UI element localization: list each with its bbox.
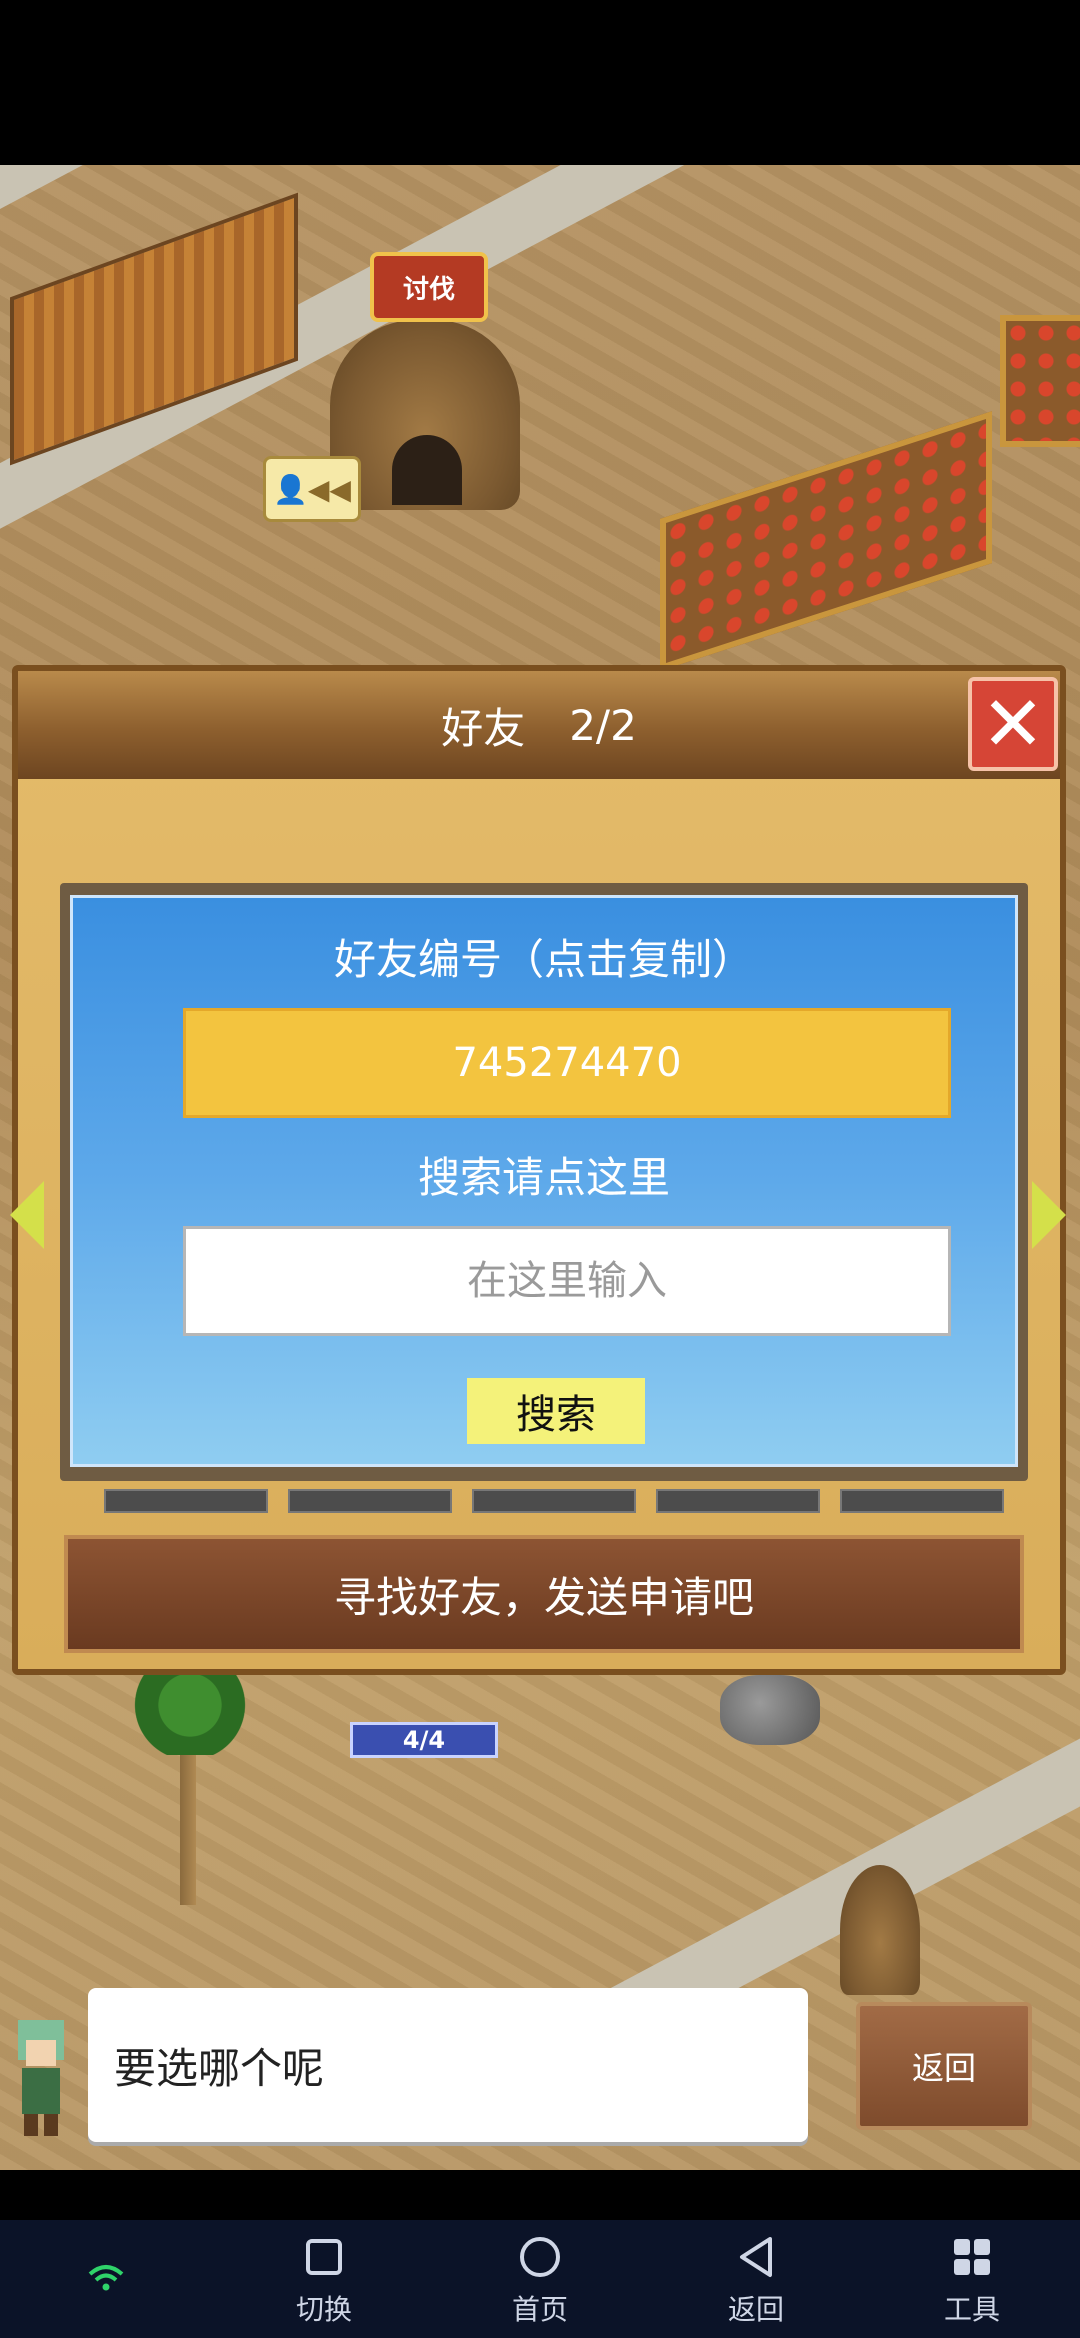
- page-slot: [288, 1489, 452, 1513]
- close-button[interactable]: ✕: [968, 677, 1058, 771]
- search-button[interactable]: 搜索: [467, 1378, 645, 1444]
- nav-back-label: 返回: [727, 2293, 784, 2326]
- friend-id-label: 好友编号（点击复制）: [333, 935, 754, 984]
- close-icon: ✕: [981, 679, 1045, 768]
- battle-badge[interactable]: 讨伐: [370, 252, 488, 322]
- wifi-indicator: [46, 2220, 166, 2338]
- progress-label: 4/4: [350, 1722, 498, 1758]
- system-nav-bar: 切换 首页 返回 工具: [0, 2220, 1080, 2338]
- nav-switch[interactable]: 切换: [264, 2220, 384, 2338]
- nav-back[interactable]: 返回: [696, 2220, 816, 2338]
- square-icon: [304, 2230, 344, 2284]
- triangle-back-icon: [736, 2230, 776, 2284]
- arrow-left-icon[interactable]: [10, 1181, 44, 1249]
- friend-panel: 好友编号（点击复制） 745274470 搜索请点这里 搜索: [70, 895, 1018, 1467]
- status-area: [0, 0, 1080, 165]
- nav-home-label: 首页: [511, 2293, 568, 2326]
- grid-icon: [952, 2230, 992, 2284]
- arrow-right-icon[interactable]: [1032, 1181, 1066, 1249]
- friend-marker-badge[interactable]: 👤◀◀: [263, 456, 361, 522]
- rock: [720, 1675, 820, 1745]
- page-indicator: [104, 1489, 1004, 1513]
- crop-field[interactable]: [660, 411, 992, 671]
- dialog-title: 好友: [441, 703, 526, 753]
- nav-tools-label: 工具: [943, 2293, 1000, 2326]
- circle-icon: [518, 2230, 562, 2284]
- character-avatar: [18, 2020, 64, 2136]
- message-text: 要选哪个呢: [114, 2043, 325, 2093]
- search-label: 搜索请点这里: [417, 1153, 670, 1202]
- page-slot: [840, 1489, 1004, 1513]
- nav-home[interactable]: 首页: [480, 2220, 600, 2338]
- message-bubble: 要选哪个呢: [88, 1988, 808, 2142]
- back-button[interactable]: 返回: [856, 2002, 1032, 2130]
- road: [0, 165, 244, 221]
- friend-count: 2/2: [569, 700, 637, 750]
- search-input[interactable]: [183, 1226, 951, 1336]
- friend-id-box[interactable]: 745274470: [183, 1008, 951, 1118]
- page-slot: [656, 1489, 820, 1513]
- dialog-header: 好友 2/2: [18, 671, 1060, 779]
- nav-switch-label: 切换: [295, 2293, 352, 2326]
- friend-dialog: 好友 2/2 ✕ 好友编号（点击复制） 745274470 搜索请点这里 搜索 …: [10, 665, 1066, 1675]
- wifi-icon: [86, 2250, 126, 2304]
- rock-spire: [840, 1865, 920, 1995]
- nav-tools[interactable]: 工具: [912, 2220, 1032, 2338]
- find-friends-banner: 寻找好友，发送申请吧: [64, 1535, 1024, 1653]
- cave-entrance: [392, 435, 462, 505]
- gap-bar: [0, 2170, 1080, 2220]
- page-slot: [104, 1489, 268, 1513]
- crop-field[interactable]: [1000, 315, 1080, 447]
- friend-id-value: 745274470: [452, 1040, 682, 1086]
- page-slot: [472, 1489, 636, 1513]
